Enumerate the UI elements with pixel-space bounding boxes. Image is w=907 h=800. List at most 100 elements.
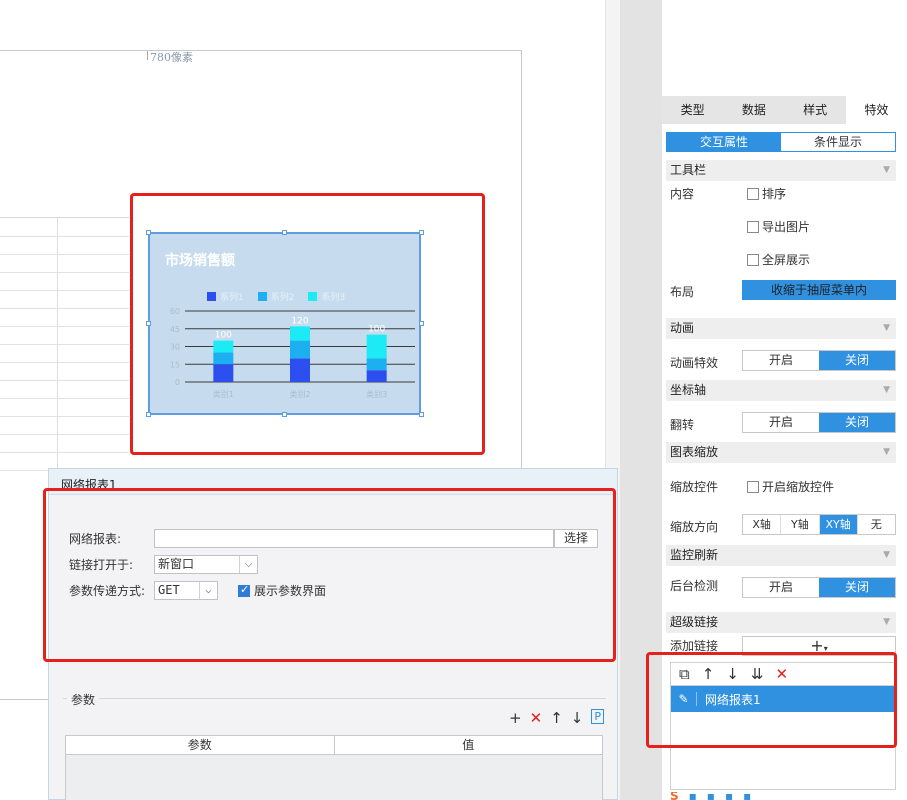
zoom-xy[interactable]: XY轴: [819, 515, 858, 534]
option-export[interactable]: 导出图片: [747, 218, 810, 235]
backend-off[interactable]: 关闭: [819, 578, 895, 597]
zoom-ctrl-checkbox[interactable]: [747, 480, 759, 493]
backend-label: 后台检测: [670, 579, 719, 593]
report-grid[interactable]: [0, 217, 129, 490]
delete-icon[interactable]: ✕: [530, 709, 543, 727]
collapse-icon: ▼: [883, 385, 890, 395]
method-dropdown[interactable]: GET ⌵: [154, 581, 218, 600]
y-tick-label: 30: [170, 343, 180, 352]
add-link-label: 添加链接: [670, 639, 719, 653]
tool-icon[interactable]: ▪: [743, 792, 751, 800]
delete-icon[interactable]: ✕: [775, 665, 788, 683]
copy-icon[interactable]: ⧉: [679, 665, 690, 683]
grid-line: [0, 380, 129, 381]
resize-handle[interactable]: [419, 412, 424, 417]
bar-segment: [366, 370, 387, 382]
add-link-button[interactable]: +▾: [742, 636, 896, 656]
params-table[interactable]: 参数 值: [65, 735, 603, 800]
section-animation[interactable]: 动画 ▼: [666, 318, 896, 339]
subtab-condition[interactable]: 条件显示: [781, 133, 895, 151]
tab-style[interactable]: 样式: [785, 96, 846, 124]
zoom-y[interactable]: Y轴: [781, 515, 820, 534]
property-panel: 类型 数据 样式 特效 交互属性 条件显示 工具栏 ▼ 内容 排序 导出图片 全屏…: [662, 96, 907, 800]
backend-on[interactable]: 开启: [743, 578, 819, 597]
tool-icon[interactable]: ▪: [725, 792, 733, 800]
param-icon[interactable]: P: [591, 709, 604, 724]
select-button[interactable]: 选择: [554, 529, 598, 548]
edit-icon[interactable]: ✎: [671, 692, 697, 706]
grid-line: [0, 398, 129, 399]
tab-effects[interactable]: 特效: [845, 96, 907, 124]
open-in-dropdown[interactable]: 新窗口 ⌵: [154, 555, 258, 574]
zoom-none[interactable]: 无: [857, 515, 895, 534]
link-item-label: 网络报表1: [705, 692, 761, 707]
y-tick-label: 15: [170, 360, 180, 369]
flip-on[interactable]: 开启: [743, 413, 819, 432]
resize-handle[interactable]: [419, 230, 424, 235]
bar-segment: [213, 364, 234, 382]
arrow-up-icon[interactable]: ↑: [702, 665, 715, 683]
zoom-dir-label: 缩放方向: [670, 520, 719, 534]
tab-data[interactable]: 数据: [723, 96, 784, 124]
bottom-toolbar: S ▪ ▪ ▪ ▪: [670, 792, 896, 800]
tool-icon[interactable]: ▪: [689, 792, 697, 800]
flip-off[interactable]: 关闭: [819, 413, 895, 432]
collapse-icon: ▼: [883, 323, 890, 333]
option-zoom-ctrl[interactable]: 开启缩放控件: [747, 478, 834, 495]
show-params-option[interactable]: 展示参数界面: [238, 582, 326, 599]
grid-line: [0, 434, 129, 435]
resize-handle[interactable]: [282, 230, 287, 235]
zoom-x[interactable]: X轴: [743, 515, 782, 534]
section-hyperlink[interactable]: 超级链接 ▼: [666, 612, 896, 633]
section-zoom[interactable]: 图表缩放 ▼: [666, 442, 896, 463]
effect-subtabs: 交互属性 条件显示: [666, 132, 896, 152]
chart-plot: 0 15 30 45 60 100 类别1 120 类别2 100 类别3: [170, 307, 415, 399]
tab-type[interactable]: 类型: [662, 96, 723, 124]
zoom-direction: X轴 Y轴 XY轴 无: [742, 514, 896, 535]
y-tick-label: 0: [175, 378, 180, 387]
export-checkbox[interactable]: [747, 220, 759, 233]
layout-select[interactable]: 收缩于抽屉菜单内: [742, 280, 896, 300]
bar-segment: [290, 358, 310, 382]
backend-toggle: 开启 关闭: [742, 577, 896, 598]
flip-toggle: 开启 关闭: [742, 412, 896, 433]
x-category-label: 类别3: [366, 389, 387, 399]
collapse-icon: ▼: [883, 617, 890, 627]
move-bottom-icon[interactable]: ⇊: [751, 665, 764, 683]
resize-handle[interactable]: [146, 412, 151, 417]
chevron-down-icon: ⌵: [239, 556, 257, 573]
arrow-up-icon[interactable]: ↑: [550, 709, 563, 727]
dialog-title: 网络报表1: [49, 469, 617, 495]
add-icon[interactable]: +: [509, 709, 522, 727]
section-toolbar[interactable]: 工具栏 ▼: [666, 160, 896, 181]
fullscreen-checkbox[interactable]: [747, 253, 759, 266]
link-item[interactable]: ✎ 网络报表1: [671, 686, 895, 712]
show-params-checkbox[interactable]: [238, 583, 250, 597]
col-value: 值: [462, 738, 475, 752]
resize-handle[interactable]: [146, 321, 151, 326]
report-input[interactable]: [154, 529, 554, 548]
panel-divider: [620, 0, 662, 800]
grid-line: [0, 362, 129, 363]
bar-total-label: 120: [291, 316, 308, 326]
tool-icon[interactable]: ▪: [707, 792, 715, 800]
section-axis[interactable]: 坐标轴 ▼: [666, 380, 896, 401]
grid-line: [0, 290, 129, 291]
anim-off[interactable]: 关闭: [819, 351, 895, 370]
subtab-interaction[interactable]: 交互属性: [667, 133, 781, 151]
anim-on[interactable]: 开启: [743, 351, 819, 370]
section-monitor[interactable]: 监控刷新 ▼: [666, 545, 896, 566]
arrow-down-icon[interactable]: ↓: [726, 665, 739, 683]
grid-line: [0, 344, 129, 345]
arrow-down-icon[interactable]: ↓: [571, 709, 584, 727]
resize-handle[interactable]: [282, 412, 287, 417]
sort-checkbox[interactable]: [747, 187, 759, 200]
show-params-label: 展示参数界面: [254, 584, 327, 598]
option-sort[interactable]: 排序: [747, 185, 786, 202]
chart-widget[interactable]: 市场销售额 系列1 系列2 系列3 0 15 30 45 60 100 类别1 120 类别2 1…: [148, 232, 421, 415]
grid-line: [0, 308, 129, 309]
resize-handle[interactable]: [146, 230, 151, 235]
x-category-label: 类别2: [289, 389, 310, 399]
option-fullscreen[interactable]: 全屏展示: [747, 251, 810, 268]
resize-handle[interactable]: [419, 321, 424, 326]
